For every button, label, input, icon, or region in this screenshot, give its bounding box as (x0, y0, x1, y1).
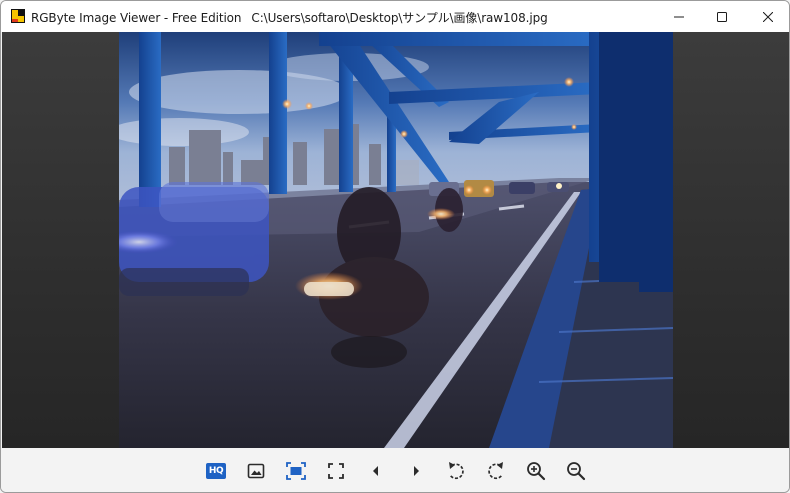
zoom-in-icon (527, 462, 546, 481)
previous-icon (373, 466, 378, 476)
app-name: RGByte Image Viewer - Free Edition (31, 11, 242, 25)
next-icon (414, 466, 419, 476)
fullscreen-button[interactable] (322, 457, 350, 485)
zoom-out-button[interactable] (562, 457, 590, 485)
fit-to-window-button[interactable] (282, 457, 310, 485)
fullscreen-icon (328, 463, 344, 479)
previous-image-button[interactable] (362, 457, 390, 485)
rotate-right-icon (488, 462, 503, 480)
app-window: RGByte Image Viewer - Free Edition C:\Use… (0, 0, 790, 493)
fit-to-window-icon (286, 462, 306, 480)
next-image-button[interactable] (402, 457, 430, 485)
rotate-right-button[interactable] (482, 457, 510, 485)
file-path: C:\Users\softaro\Desktop\サンプル\画像\raw108.… (251, 11, 548, 25)
hq-toggle-button[interactable]: HQ (202, 457, 230, 485)
rotate-left-button[interactable] (442, 457, 470, 485)
maximize-icon (717, 11, 727, 22)
window-title: RGByte Image Viewer - Free Edition C:\Use… (31, 9, 548, 26)
photo-bridge-traffic (119, 32, 673, 448)
app-logo-icon (11, 9, 25, 23)
bottom-toolbar: HQ (1, 448, 789, 492)
maximize-button[interactable] (699, 1, 745, 32)
image-viewport[interactable] (2, 32, 789, 448)
image-button[interactable] (242, 457, 270, 485)
hq-badge: HQ (206, 463, 226, 479)
title-bar[interactable]: RGByte Image Viewer - Free Edition C:\Use… (1, 1, 789, 32)
close-icon (763, 11, 773, 22)
rotate-left-icon (449, 462, 464, 480)
zoom-out-icon (567, 462, 586, 481)
zoom-in-button[interactable] (522, 457, 550, 485)
minimize-button[interactable] (656, 1, 702, 32)
minimize-icon (674, 16, 684, 17)
close-button[interactable] (745, 1, 789, 32)
displayed-image (119, 32, 673, 448)
image-icon (247, 463, 265, 479)
